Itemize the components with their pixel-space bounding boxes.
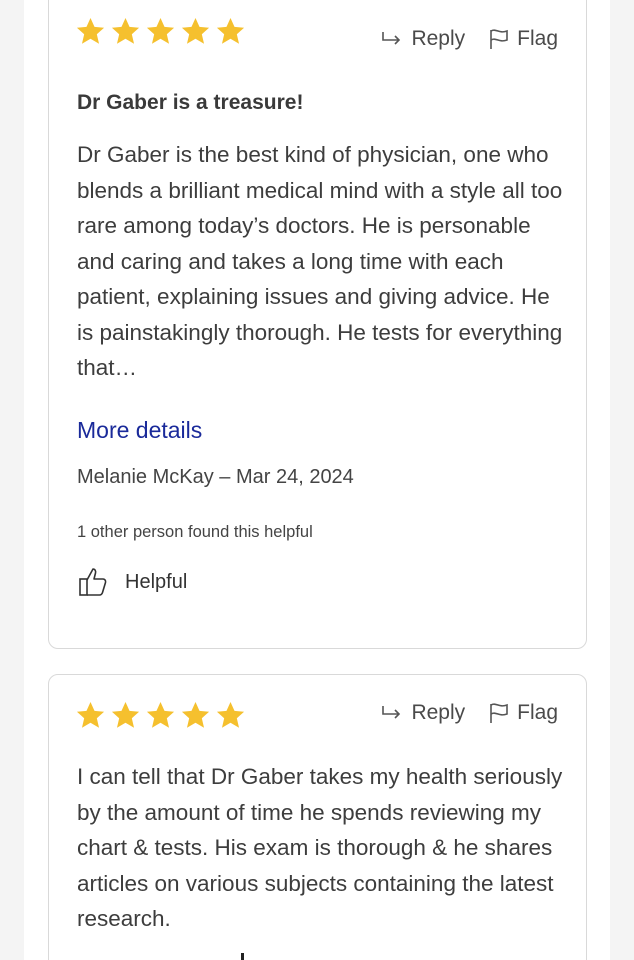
helpful-button[interactable]: Helpful — [77, 566, 187, 598]
flag-icon — [490, 29, 508, 49]
reply-arrow-icon — [382, 32, 401, 45]
review-author-date: Melanie McKay – Mar 24, 2024 — [77, 466, 354, 488]
star-icon — [181, 701, 210, 728]
more-details-link[interactable]: More details — [77, 417, 202, 444]
review-card: Reply Flag I can tell that Dr Gaber take… — [48, 674, 587, 960]
review-body: Dr Gaber is the best kind of physician, … — [77, 142, 563, 380]
flag-button[interactable]: Flag — [489, 701, 558, 725]
helpful-label: Helpful — [125, 570, 188, 593]
review-card: Reply Flag Dr Gaber is a treasure! Dr Ga… — [48, 0, 587, 649]
star-icon — [146, 701, 175, 728]
star-icon — [146, 17, 175, 44]
review-actions: Reply Flag — [381, 701, 558, 725]
flag-label: Flag — [517, 27, 558, 50]
reply-label: Reply — [411, 27, 466, 50]
star-icon — [76, 17, 105, 44]
star-icon — [111, 17, 140, 44]
reply-button[interactable]: Reply — [381, 27, 465, 51]
star-rating — [75, 700, 246, 731]
review-body: I can tell that Dr Gaber takes my health… — [77, 764, 563, 931]
helpful-count: 1 other person found this helpful — [77, 523, 313, 541]
star-icon — [216, 701, 245, 728]
thumbs-up-icon — [79, 568, 107, 596]
reply-button[interactable]: Reply — [381, 701, 465, 725]
review-title: Dr Gaber is a treasure! — [77, 91, 304, 114]
text-cursor — [241, 953, 244, 960]
reply-label: Reply — [411, 701, 466, 724]
star-rating — [75, 16, 246, 47]
star-icon — [111, 701, 140, 728]
flag-button[interactable]: Flag — [489, 27, 558, 51]
review-actions: Reply Flag — [381, 27, 558, 51]
star-icon — [76, 701, 105, 728]
flag-label: Flag — [517, 701, 558, 724]
star-icon — [216, 17, 245, 44]
flag-icon — [490, 703, 508, 723]
star-icon — [181, 17, 210, 44]
reply-arrow-icon — [382, 706, 401, 719]
